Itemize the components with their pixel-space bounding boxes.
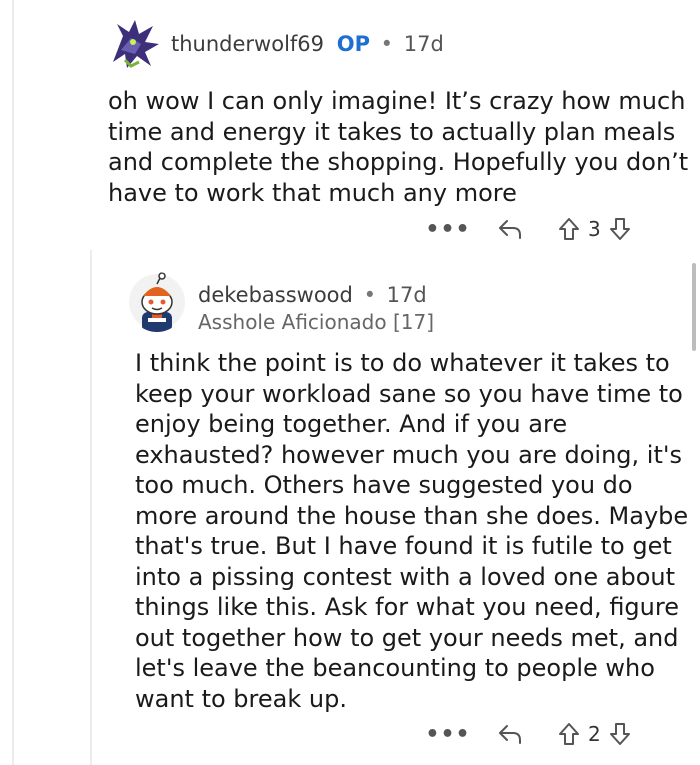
comment-line: oh wow I can only imagine! It’s crazy ho… [108,87,686,115]
comment-line: into a pissing contest with a loved one … [135,562,675,591]
dragon-avatar-icon[interactable] [105,14,165,74]
more-options-button[interactable]: ••• [425,217,469,242]
comment-line: have to work that much any more [108,178,517,207]
comment-line: want to break up. [135,684,347,713]
separator-dot: • [380,32,394,56]
comment-line: keep your workload sane so you have time… [135,379,683,408]
comment-line: out together how to get your needs met, … [135,623,679,652]
reply-arrow-icon[interactable] [490,723,530,745]
upvote-arrow-icon[interactable] [554,722,584,746]
username[interactable]: dekebasswood [198,283,353,307]
comment-actions: ••• 3 [425,214,635,244]
upvote-arrow-icon[interactable] [554,217,584,241]
comment-line: let's leave the beancounting to people w… [135,654,655,682]
comment-line: things like this. Ask for what you need,… [135,593,679,621]
vote-count: 3 [588,217,601,241]
comment-body: I think the point is to do whatever it t… [135,348,688,714]
vote-count: 2 [588,722,601,746]
comment-body: oh wow I can only imagine! It’s crazy ho… [108,86,688,208]
comment-meta: thunderwolf69 OP • 17d [171,32,444,56]
comment-actions: ••• 2 [425,719,635,749]
comment-line: enjoy being together. And if you are [135,410,568,438]
scrollbar[interactable] [692,263,696,351]
separator-dot: • [363,283,376,307]
comment-line: I think the point is to do whatever it t… [135,349,670,377]
username[interactable]: thunderwolf69 [171,32,324,56]
thread-line-reply[interactable] [90,250,92,765]
comment-line: time and energy it takes to actually pla… [108,117,676,146]
reply-arrow-icon[interactable] [490,218,530,240]
thread-line-outer[interactable] [12,0,14,765]
comment-line: that's true. But I have found it is futi… [135,532,672,560]
snoo-avatar-icon[interactable] [128,272,186,332]
comment-meta: dekebasswood • 17d [198,283,427,307]
comment-age: 17d [403,32,444,56]
comment-line: more around the house than she does. May… [135,501,689,530]
downvote-arrow-icon[interactable] [605,722,635,746]
comment-age: 17d [386,283,427,307]
comment-line: exhausted? however much you are doing, i… [135,440,682,469]
downvote-arrow-icon[interactable] [605,217,635,241]
comment-line: and complete the shopping. Hopefully you… [108,148,689,176]
user-flair: Asshole Aficionado [17] [198,310,434,334]
op-badge: OP [336,32,370,56]
comment-line: too much. Others have suggested you do [135,471,633,499]
more-options-button[interactable]: ••• [425,722,469,747]
